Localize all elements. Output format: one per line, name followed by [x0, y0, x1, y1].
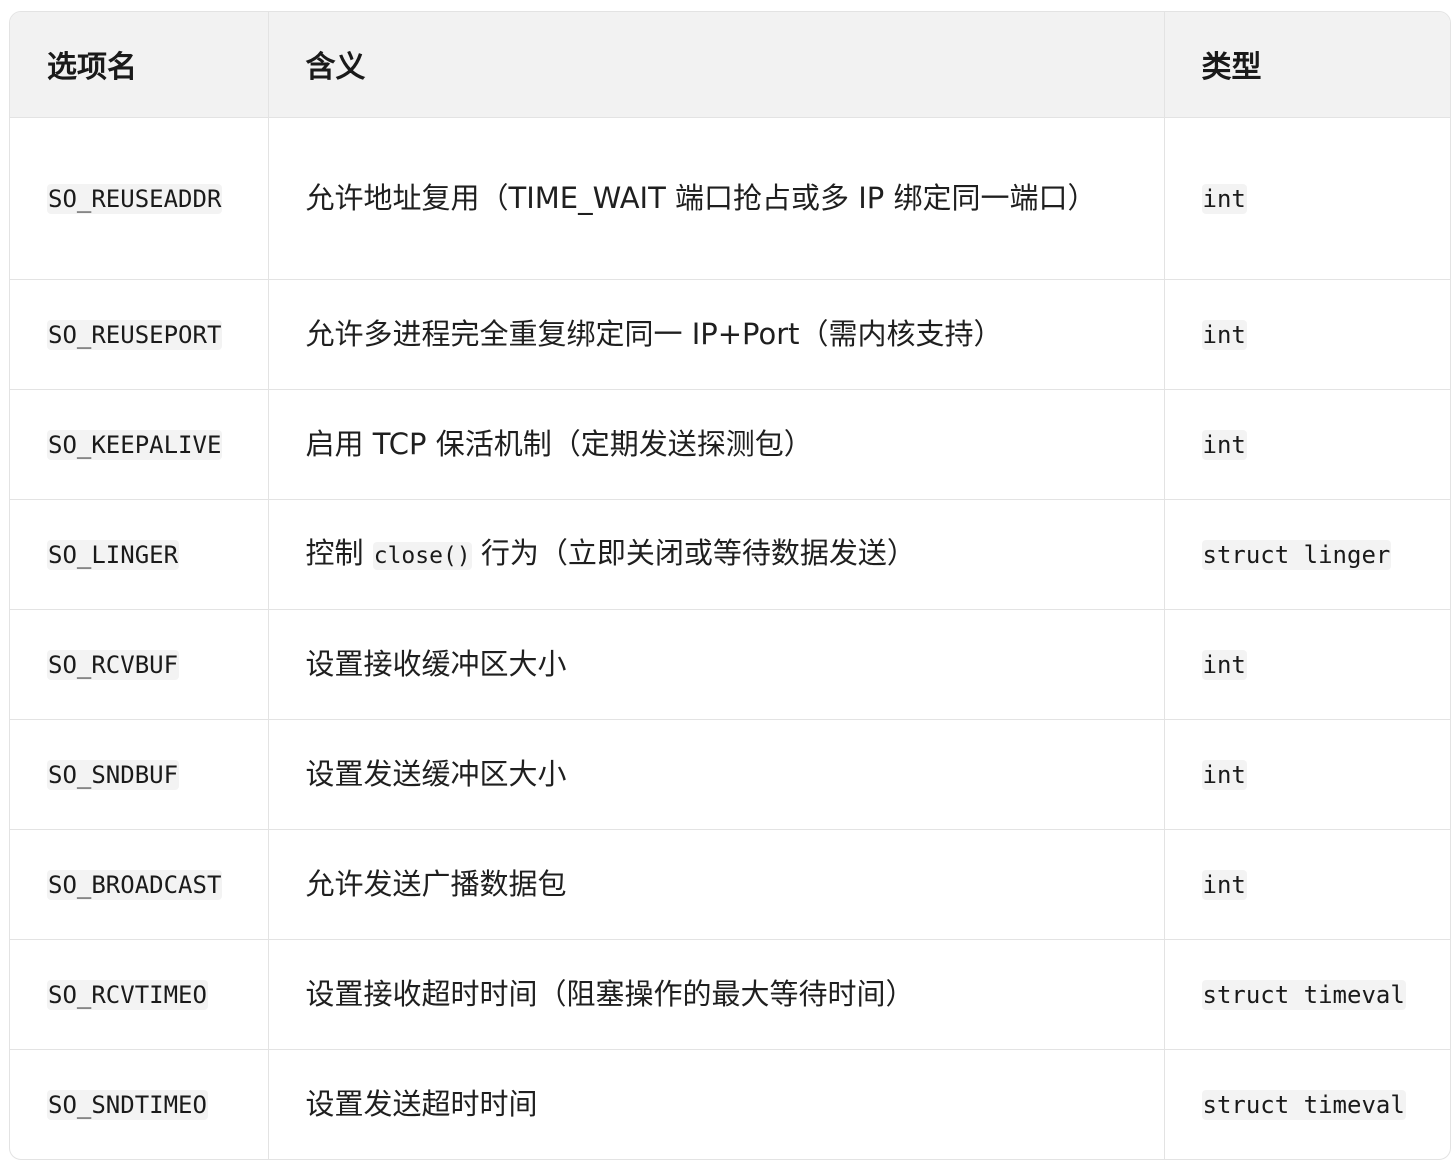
option-code: SO_RCVBUF — [47, 650, 180, 680]
table-body: SO_REUSEADDR 允许地址复用（TIME_WAIT 端口抢占或多 IP … — [10, 117, 1450, 1159]
type-code: int — [1201, 760, 1247, 790]
header-type: 类型 — [1164, 12, 1450, 118]
socket-options-table-container: 选项名 含义 类型 SO_REUSEADDR 允许地址复用（TIME_WAIT … — [9, 11, 1451, 1160]
table-row: SO_REUSEADDR 允许地址复用（TIME_WAIT 端口抢占或多 IP … — [10, 117, 1450, 280]
table-row: SO_SNDBUF 设置发送缓冲区大小 int — [10, 719, 1450, 830]
option-code: SO_LINGER — [47, 540, 180, 570]
option-cell: SO_REUSEADDR — [10, 117, 269, 280]
type-cell: struct linger — [1164, 499, 1450, 610]
option-cell: SO_KEEPALIVE — [10, 389, 269, 500]
type-code: int — [1201, 870, 1247, 900]
option-code: SO_SNDTIMEO — [47, 1090, 208, 1121]
option-cell: SO_BROADCAST — [10, 829, 269, 940]
type-cell: int — [1164, 389, 1450, 500]
meaning-cell: 设置发送超时时间 — [268, 1049, 1165, 1159]
type-code: struct timeval — [1201, 980, 1406, 1010]
option-code: SO_RCVTIMEO — [47, 980, 208, 1010]
option-cell: SO_REUSEPORT — [10, 279, 269, 390]
meaning-text-after: 行为（立即关闭或等待数据发送） — [471, 535, 916, 570]
meaning-cell: 设置接收缓冲区大小 — [268, 609, 1165, 720]
type-code: struct timeval — [1201, 1090, 1406, 1121]
header-option-name: 选项名 — [10, 12, 269, 118]
header-row: 选项名 含义 类型 — [10, 12, 1450, 118]
meaning-cell: 设置接收超时时间（阻塞操作的最大等待时间） — [268, 939, 1165, 1050]
socket-options-table: 选项名 含义 类型 SO_REUSEADDR 允许地址复用（TIME_WAIT … — [10, 12, 1450, 1159]
type-cell: struct timeval — [1164, 939, 1450, 1050]
option-cell: SO_SNDBUF — [10, 719, 269, 830]
table-row: SO_KEEPALIVE 启用 TCP 保活机制（定期发送探测包） int — [10, 389, 1450, 500]
type-cell: int — [1164, 279, 1450, 390]
table-row: SO_RCVTIMEO 设置接收超时时间（阻塞操作的最大等待时间） struct… — [10, 939, 1450, 1050]
type-code: int — [1201, 650, 1247, 680]
type-code: int — [1201, 320, 1247, 350]
meaning-cell: 控制 close() 行为（立即关闭或等待数据发送） — [268, 499, 1165, 610]
option-code: SO_KEEPALIVE — [47, 430, 223, 460]
type-code: struct linger — [1201, 540, 1392, 570]
table-header: 选项名 含义 类型 — [10, 12, 1450, 118]
option-code: SO_REUSEADDR — [47, 184, 223, 214]
type-cell: int — [1164, 117, 1450, 280]
type-cell: struct timeval — [1164, 1049, 1450, 1159]
type-cell: int — [1164, 609, 1450, 720]
inline-code-close: close() — [372, 541, 472, 570]
header-meaning: 含义 — [268, 12, 1165, 118]
option-cell: SO_SNDTIMEO — [10, 1049, 269, 1159]
option-code: SO_SNDBUF — [47, 760, 180, 790]
meaning-cell: 允许多进程完全重复绑定同一 IP+Port（需内核支持） — [268, 279, 1165, 390]
option-cell: SO_RCVBUF — [10, 609, 269, 720]
option-cell: SO_RCVTIMEO — [10, 939, 269, 1050]
table-row: SO_SNDTIMEO 设置发送超时时间 struct timeval — [10, 1049, 1450, 1159]
meaning-cell: 设置发送缓冲区大小 — [268, 719, 1165, 830]
meaning-cell: 允许地址复用（TIME_WAIT 端口抢占或多 IP 绑定同一端口） — [268, 117, 1165, 280]
table-row: SO_LINGER 控制 close() 行为（立即关闭或等待数据发送） str… — [10, 499, 1450, 610]
table-row: SO_RCVBUF 设置接收缓冲区大小 int — [10, 609, 1450, 720]
type-code: int — [1201, 430, 1247, 460]
type-cell: int — [1164, 719, 1450, 830]
table-row: SO_BROADCAST 允许发送广播数据包 int — [10, 829, 1450, 940]
meaning-cell: 允许发送广播数据包 — [268, 829, 1165, 940]
table-row: SO_REUSEPORT 允许多进程完全重复绑定同一 IP+Port（需内核支持… — [10, 279, 1450, 390]
type-code: int — [1201, 184, 1247, 214]
type-cell: int — [1164, 829, 1450, 940]
meaning-text-before: 控制 — [305, 535, 373, 570]
option-code: SO_BROADCAST — [47, 870, 223, 900]
option-code: SO_REUSEPORT — [47, 320, 223, 350]
option-cell: SO_LINGER — [10, 499, 269, 610]
meaning-cell: 启用 TCP 保活机制（定期发送探测包） — [268, 389, 1165, 500]
